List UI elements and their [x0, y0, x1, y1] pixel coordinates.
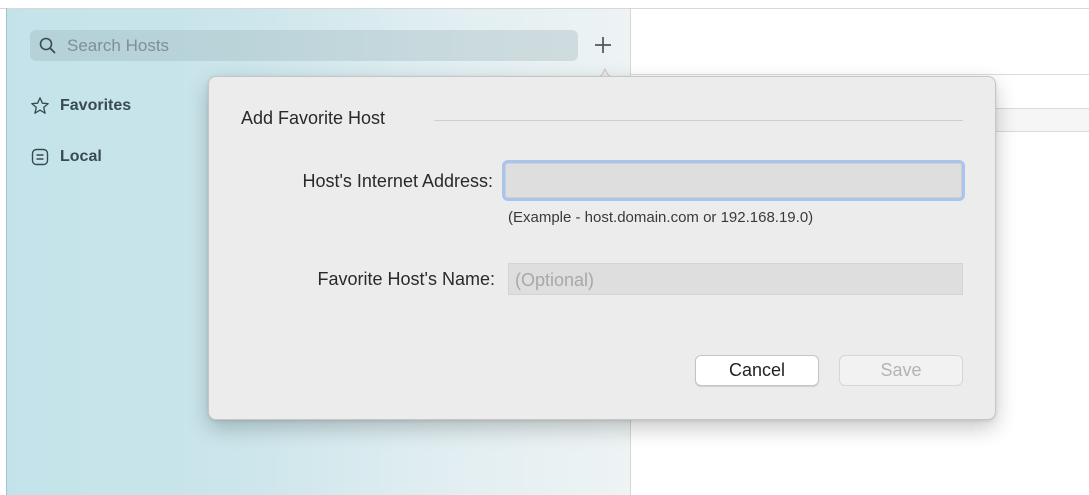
host-name-input[interactable]: (Optional): [508, 263, 963, 295]
host-name-placeholder: (Optional): [515, 270, 595, 290]
sidebar-item-local[interactable]: Local: [30, 145, 200, 169]
save-button[interactable]: Save: [839, 355, 963, 386]
title-divider: [434, 120, 963, 121]
add-favorite-host-popover: Add Favorite Host Host's Internet Addres…: [208, 76, 996, 420]
address-label: Host's Internet Address:: [302, 171, 493, 191]
content-table-header: [994, 108, 1089, 132]
sidebar-item-label: Favorites: [60, 97, 132, 114]
sidebar-item-label: Local: [60, 148, 102, 165]
search-field[interactable]: Search Hosts: [30, 30, 578, 61]
add-host-button[interactable]: [588, 30, 618, 60]
local-list-icon: [31, 148, 49, 166]
plus-icon: [595, 37, 611, 53]
host-address-input[interactable]: [502, 160, 965, 201]
star-icon: [31, 97, 49, 114]
popover-arrow: [585, 67, 625, 78]
sidebar-item-favorites[interactable]: Favorites: [30, 94, 200, 118]
search-icon: [39, 37, 56, 54]
name-label: Favorite Host's Name:: [317, 269, 496, 289]
popover-title: Add Favorite Host: [241, 108, 386, 128]
content-toolbar-divider: [631, 74, 1089, 75]
address-hint: (Example - host.domain.com or 192.168.19…: [508, 209, 814, 226]
cancel-button[interactable]: Cancel: [695, 355, 819, 386]
search-placeholder: Search Hosts: [67, 36, 170, 55]
